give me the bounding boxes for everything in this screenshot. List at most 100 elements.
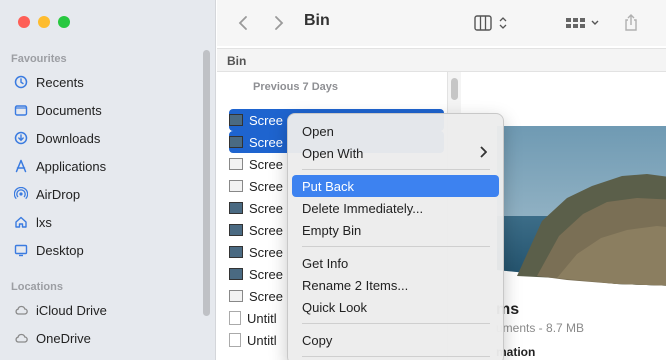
chevron-right-icon — [479, 146, 488, 161]
menu-separator — [302, 323, 490, 324]
sidebar-item-icloud-drive[interactable]: iCloud Drive — [14, 299, 194, 321]
path-bar: Bin — [217, 48, 666, 72]
sidebar-item-label: Recents — [36, 74, 84, 90]
menu-item-open[interactable]: Open — [292, 120, 499, 142]
sidebar-item-documents[interactable]: Documents — [14, 99, 194, 121]
window-controls — [18, 16, 70, 28]
back-button[interactable] — [233, 14, 253, 32]
chevron-left-icon — [238, 16, 247, 30]
landscape-photo — [497, 126, 666, 308]
menu-separator — [302, 356, 490, 357]
share-button[interactable] — [621, 14, 641, 32]
menu-item-label: Delete Immediately... — [302, 200, 424, 216]
menu-item-label: Copy — [302, 332, 333, 348]
download-icon — [14, 131, 28, 145]
screenshot-thumbnail-icon — [229, 202, 243, 214]
menu-item-quick-look[interactable]: Quick Look — [292, 296, 499, 318]
favourites-section-title: Favourites — [11, 53, 67, 65]
list-item-name: Scree — [249, 134, 283, 150]
screenshot-thumbnail-icon — [229, 224, 243, 236]
preview-image — [497, 126, 666, 308]
sidebar-item-airdrop[interactable]: AirDrop — [14, 183, 194, 205]
menu-item-put-back[interactable]: Put Back — [292, 175, 499, 197]
menu-item-rename[interactable]: Rename 2 Items... — [292, 274, 499, 296]
screenshot-thumbnail-icon — [229, 136, 243, 148]
menu-item-label: Rename 2 Items... — [302, 277, 409, 293]
chevron-right-icon — [275, 16, 284, 30]
toolbar: Bin — [217, 0, 666, 46]
menu-separator — [302, 246, 490, 247]
list-item-name: Scree — [249, 200, 283, 216]
menu-item-label: Put Back — [302, 178, 355, 194]
group-by-button[interactable] — [565, 14, 603, 32]
sidebar-item-label: Applications — [36, 158, 107, 174]
list-item-partial — [229, 92, 444, 102]
sidebar-item-desktop[interactable]: Desktop — [14, 239, 194, 261]
sidebar-item-applications[interactable]: Applications — [14, 155, 194, 177]
menu-item-label: Quick Look — [302, 299, 368, 315]
document-file-icon — [229, 311, 241, 325]
airdrop-icon — [14, 187, 28, 201]
close-window-button[interactable] — [18, 16, 30, 28]
screenshot-thumbnail-icon — [229, 114, 243, 126]
screenshot-thumbnail-icon — [229, 246, 243, 258]
sidebar-item-label: OneDrive — [36, 330, 91, 346]
list-item-name: Scree — [249, 156, 283, 172]
sidebar-item-label: lxs — [36, 214, 52, 230]
zoom-window-button[interactable] — [58, 16, 70, 28]
applications-icon — [14, 159, 28, 173]
screenshot-thumbnail-icon — [229, 180, 243, 192]
menu-item-empty-bin[interactable]: Empty Bin — [292, 219, 499, 241]
cloud-icon — [14, 303, 28, 317]
screenshot-thumbnail-icon — [229, 158, 243, 170]
list-item-name: Scree — [249, 244, 283, 260]
minimize-window-button[interactable] — [38, 16, 50, 28]
sidebar-scrollbar[interactable] — [203, 50, 210, 316]
list-scroll-thumb[interactable] — [451, 78, 458, 100]
list-item-name: Scree — [249, 178, 283, 194]
window-title: Bin — [304, 12, 330, 29]
sidebar-item-lxs[interactable]: lxs — [14, 211, 194, 233]
locations-section-title: Locations — [11, 281, 63, 293]
list-item-name: Scree — [249, 222, 283, 238]
view-mode-button[interactable] — [473, 14, 513, 32]
sidebar-item-label: iCloud Drive — [36, 302, 107, 318]
list-item-name: Scree — [249, 112, 283, 128]
menu-item-copy[interactable]: Copy — [292, 329, 499, 351]
cloud-icon — [14, 331, 28, 345]
sidebar-item-label: Desktop — [36, 242, 84, 258]
sidebar: Favourites Recents Documents Downloads A… — [0, 0, 216, 360]
list-item-name: Untitl — [247, 310, 277, 326]
menu-item-get-info[interactable]: Get Info — [292, 252, 499, 274]
desktop-icon — [14, 243, 28, 257]
sidebar-item-downloads[interactable]: Downloads — [14, 127, 194, 149]
menu-item-delete-immediately[interactable]: Delete Immediately... — [292, 197, 499, 219]
list-item-name: Scree — [249, 266, 283, 282]
sidebar-item-label: AirDrop — [36, 186, 81, 202]
list-item-name: Untitl — [247, 332, 277, 348]
menu-item-label: Get Info — [302, 255, 349, 271]
document-icon — [14, 103, 28, 117]
menu-item-label: Open — [302, 123, 334, 139]
clock-icon — [14, 75, 28, 89]
home-icon — [14, 215, 28, 229]
sidebar-item-label: Downloads — [36, 130, 101, 146]
menu-item-open-with[interactable]: Open With — [292, 142, 499, 164]
screenshot-thumbnail-icon — [229, 290, 243, 302]
document-file-icon — [229, 333, 241, 347]
menu-item-label: Empty Bin — [302, 222, 362, 238]
columns-view-icon — [474, 15, 507, 31]
context-menu: Open Open With Put Back Delete Immediate… — [287, 113, 504, 360]
screenshot-thumbnail-icon — [229, 268, 243, 280]
sidebar-item-label: Documents — [36, 102, 102, 118]
sidebar-item-onedrive[interactable]: OneDrive — [14, 327, 194, 349]
forward-button[interactable] — [269, 14, 289, 32]
list-item-name: Scree — [249, 288, 283, 304]
path-bar-label: Bin — [227, 54, 247, 68]
menu-separator — [302, 169, 490, 170]
menu-item-label: Open With — [302, 145, 364, 161]
share-icon — [625, 14, 637, 31]
sidebar-item-recents[interactable]: Recents — [14, 71, 194, 93]
grid-icon — [566, 18, 599, 28]
preview-subtitle: uments - 8.7 MB — [496, 321, 585, 335]
